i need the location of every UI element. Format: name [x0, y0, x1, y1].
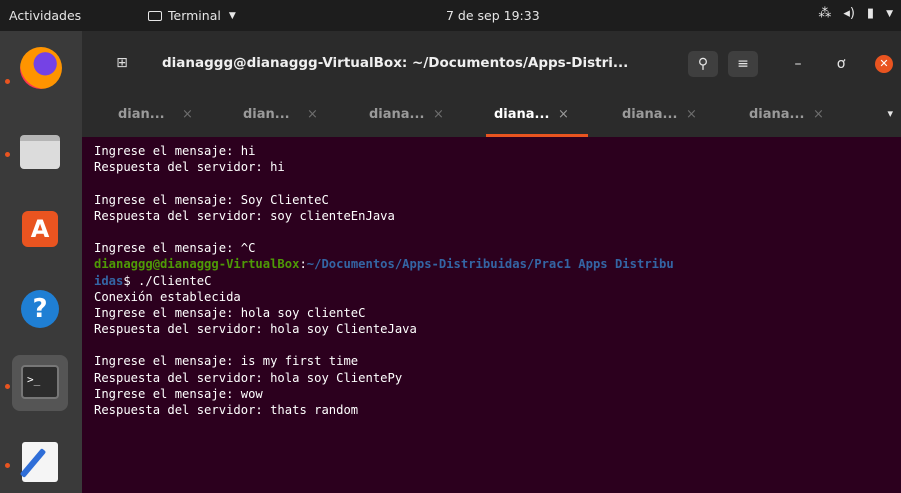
prompt-path-continued: idas [94, 273, 124, 288]
tab-active[interactable]: diana... × [478, 93, 596, 137]
terminal-line: Conexión establecida [94, 289, 241, 304]
software-store-icon: A [22, 211, 58, 247]
maximize-button[interactable]: ơ [828, 51, 854, 77]
prompt-user: dianaggg@dianaggg-VirtualBox [94, 257, 300, 272]
terminal-output[interactable]: Ingrese el mensaje: hi Respuesta del ser… [82, 137, 901, 493]
terminal-line: Ingrese el mensaje: ^C [94, 241, 256, 256]
new-tab-button[interactable]: ⊞ [112, 53, 132, 73]
tab-overflow-button[interactable]: ▾ [887, 107, 893, 120]
terminal-line: Ingrese el mensaje: wow [94, 386, 263, 401]
dock-terminal[interactable]: >_ [12, 355, 68, 411]
desktop: Actividades Terminal ▼ 7 de sep 19:33 ⁂ … [0, 0, 901, 493]
terminal-icon [148, 10, 162, 21]
tab[interactable]: dian... × [102, 93, 220, 137]
activities-button[interactable]: Actividades [9, 8, 81, 23]
terminal-line: Ingrese el mensaje: hi [94, 144, 256, 158]
tab[interactable]: diana... × [353, 93, 471, 137]
running-indicator [5, 152, 10, 157]
terminal-line: Ingrese el mensaje: hola soy clienteC [94, 305, 366, 320]
tab-label: diana... [622, 107, 678, 122]
terminal-line: Respuesta del servidor: hola soy Cliente… [94, 370, 403, 385]
prompt-line-wrap: idas$ ./ClienteC [94, 273, 901, 289]
menu-button[interactable]: ≡ [728, 51, 758, 77]
running-indicator [5, 384, 10, 389]
folder-icon [20, 135, 60, 169]
tab[interactable]: diana... × [733, 93, 851, 137]
dock-text-editor[interactable] [12, 434, 68, 490]
top-bar: Actividades Terminal ▼ 7 de sep 19:33 ⁂ … [0, 0, 901, 31]
terminal-line: Respuesta del servidor: hola soy Cliente… [94, 322, 417, 337]
battery-icon: ▮ [866, 6, 875, 21]
dock-firefox[interactable] [12, 39, 68, 95]
command-text: ./ClienteC [138, 273, 212, 288]
terminal-line: Respuesta del servidor: soy clienteEnJav… [94, 208, 395, 223]
chevron-down-icon: ▼ [886, 8, 893, 19]
tab-label: diana... [369, 107, 425, 122]
prompt-path: ~/Documentos/Apps-Distribuidas/Prac1 App… [306, 257, 674, 272]
tab-close-icon[interactable]: × [307, 107, 318, 122]
terminal-line: Ingrese el mensaje: Soy ClienteC [94, 192, 329, 207]
terminal-line: Respuesta del servidor: hi [94, 160, 285, 175]
tab-label: diana... [749, 107, 805, 122]
tab[interactable]: dian... × [227, 93, 345, 137]
tab-close-icon[interactable]: × [433, 107, 444, 122]
dock-files[interactable] [12, 123, 68, 179]
search-button[interactable]: ⚲ [688, 51, 718, 77]
window-title: dianaggg@dianaggg-VirtualBox: ~/Document… [162, 55, 629, 71]
terminal-line: Ingrese el mensaje: is my first time [94, 354, 359, 369]
terminal-line: Respuesta del servidor: thats random [94, 403, 359, 417]
chevron-down-icon: ▼ [228, 10, 236, 21]
tab-close-icon[interactable]: × [182, 107, 193, 122]
minimize-button[interactable]: – [785, 51, 811, 77]
tab-label: dian... [243, 107, 290, 122]
prompt-line: dianaggg@dianaggg-VirtualBox:~/Documento… [94, 256, 901, 272]
dock-help[interactable]: ? [12, 281, 68, 337]
firefox-icon [20, 47, 62, 89]
text-editor-icon [19, 442, 58, 482]
dock-software[interactable]: A [12, 201, 68, 257]
help-icon: ? [21, 290, 59, 328]
clock[interactable]: 7 de sep 19:33 [446, 8, 540, 23]
volume-icon: ◂) [843, 6, 855, 21]
tab-close-icon[interactable]: × [558, 107, 569, 122]
close-button[interactable]: ✕ [875, 55, 893, 73]
terminal-icon: >_ [21, 365, 59, 399]
running-indicator [5, 79, 10, 84]
tab-label: diana... [494, 107, 550, 122]
app-menu-label: Terminal [168, 8, 221, 23]
terminal-headerbar: ⊞ dianaggg@dianaggg-VirtualBox: ~/Docume… [82, 31, 901, 93]
network-icon: ⁂ [818, 6, 832, 21]
tab-close-icon[interactable]: × [686, 107, 697, 122]
tab-bar: dian... × dian... × diana... × diana... … [82, 93, 901, 137]
dock: A ? >_ [0, 31, 82, 493]
prompt-symbol: $ [123, 273, 139, 288]
tab-close-icon[interactable]: × [813, 107, 824, 122]
app-menu[interactable]: Terminal ▼ [148, 8, 236, 23]
prompt-colon: : [299, 257, 307, 272]
system-tray[interactable]: ⁂ ◂) ▮ ▼ [818, 6, 893, 21]
tab[interactable]: diana... × [606, 93, 724, 137]
running-indicator [5, 463, 10, 468]
tab-label: dian... [118, 107, 165, 122]
